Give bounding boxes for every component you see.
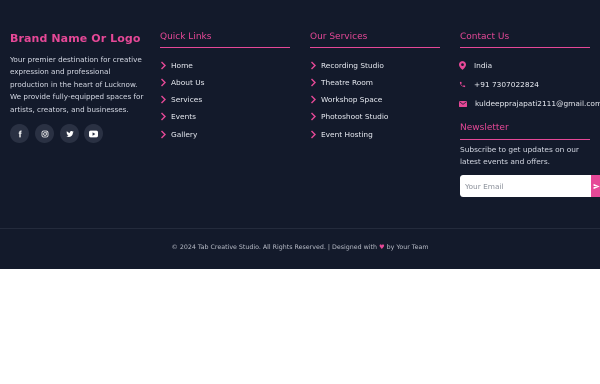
- footer-link-home[interactable]: Home: [160, 61, 193, 70]
- quick-links-divider: [160, 47, 290, 48]
- paper-plane-icon: [593, 183, 600, 189]
- footer-link-label: About Us: [171, 78, 205, 87]
- service-link-workshop-space[interactable]: Workshop Space: [310, 95, 382, 104]
- chevron-right-icon: [161, 78, 166, 87]
- phone-icon: [459, 81, 466, 88]
- contact-email-text: kuldeepprajapati2111@gmail.com: [475, 99, 600, 108]
- footer-link-events[interactable]: Events: [160, 112, 196, 121]
- chevron-right-icon: [161, 61, 166, 70]
- contact-location-text: India: [474, 61, 493, 70]
- heart-icon: ♥: [378, 244, 385, 251]
- chevron-right-icon: [311, 112, 316, 121]
- service-link-label: Theatre Room: [321, 78, 373, 87]
- brand-description: Your premier destination for creative ex…: [10, 55, 144, 114]
- footer-link-label: Home: [171, 61, 193, 70]
- newsletter-email-input[interactable]: [460, 175, 591, 197]
- footer-link-services[interactable]: Services: [160, 95, 202, 104]
- chevron-right-icon: [311, 61, 316, 70]
- contact-location: India: [459, 61, 492, 70]
- facebook-link[interactable]: [10, 124, 29, 143]
- chevron-right-icon: [311, 95, 316, 104]
- site-footer: Brand Name Or Logo Your premier destinat…: [0, 0, 600, 269]
- map-pin-icon: [459, 61, 466, 70]
- chevron-right-icon: [311, 78, 316, 87]
- twitter-icon: [65, 130, 74, 137]
- contact-email[interactable]: kuldeepprajapati2111@gmail.com: [459, 99, 600, 108]
- contact-phone-text: +91 7307022824: [474, 80, 539, 89]
- chevron-right-icon: [161, 130, 166, 139]
- copyright-prefix: © 2024 Tab Creative Studio. All Rights R…: [171, 244, 377, 251]
- services-divider: [310, 47, 440, 48]
- newsletter-description: Subscribe to get updates on our latest e…: [460, 145, 579, 166]
- contact-title: Contact Us: [460, 32, 510, 42]
- brand-logo[interactable]: Brand Name Or Logo: [10, 32, 141, 45]
- instagram-icon: [41, 130, 48, 137]
- youtube-icon: [89, 130, 98, 137]
- service-link-label: Event Hosting: [321, 130, 373, 139]
- copyright-text: © 2024 Tab Creative Studio. All Rights R…: [0, 244, 600, 251]
- contact-phone[interactable]: +91 7307022824: [459, 80, 539, 89]
- facebook-icon: [18, 130, 22, 137]
- youtube-link[interactable]: [84, 124, 103, 143]
- footer-link-gallery[interactable]: Gallery: [160, 130, 197, 139]
- newsletter-divider: [460, 139, 590, 140]
- service-link-label: Recording Studio: [321, 61, 384, 70]
- twitter-link[interactable]: [60, 124, 79, 143]
- footer-link-label: Gallery: [171, 130, 198, 139]
- chevron-right-icon: [311, 130, 316, 139]
- footer-link-label: Services: [171, 95, 203, 104]
- envelope-icon: [459, 100, 467, 107]
- service-link-event-hosting[interactable]: Event Hosting: [310, 130, 373, 139]
- quick-links-title: Quick Links: [160, 32, 212, 42]
- chevron-right-icon: [161, 112, 166, 121]
- contact-divider: [460, 47, 590, 48]
- services-title: Our Services: [310, 32, 368, 42]
- chevron-right-icon: [161, 95, 166, 104]
- footer-bottom-divider: [0, 228, 600, 229]
- footer-link-about-us[interactable]: About Us: [160, 78, 204, 87]
- newsletter-title: Newsletter: [460, 123, 509, 133]
- service-link-label: Photoshoot Studio: [321, 112, 389, 121]
- service-link-theatre-room[interactable]: Theatre Room: [310, 78, 373, 87]
- service-link-photoshoot-studio[interactable]: Photoshoot Studio: [310, 112, 388, 121]
- service-link-label: Workshop Space: [321, 95, 383, 104]
- instagram-link[interactable]: [35, 124, 54, 143]
- service-link-recording-studio[interactable]: Recording Studio: [310, 61, 384, 70]
- footer-link-label: Events: [171, 112, 197, 121]
- copyright-suffix: by Your Team: [386, 244, 429, 251]
- newsletter-submit-button[interactable]: [591, 175, 600, 197]
